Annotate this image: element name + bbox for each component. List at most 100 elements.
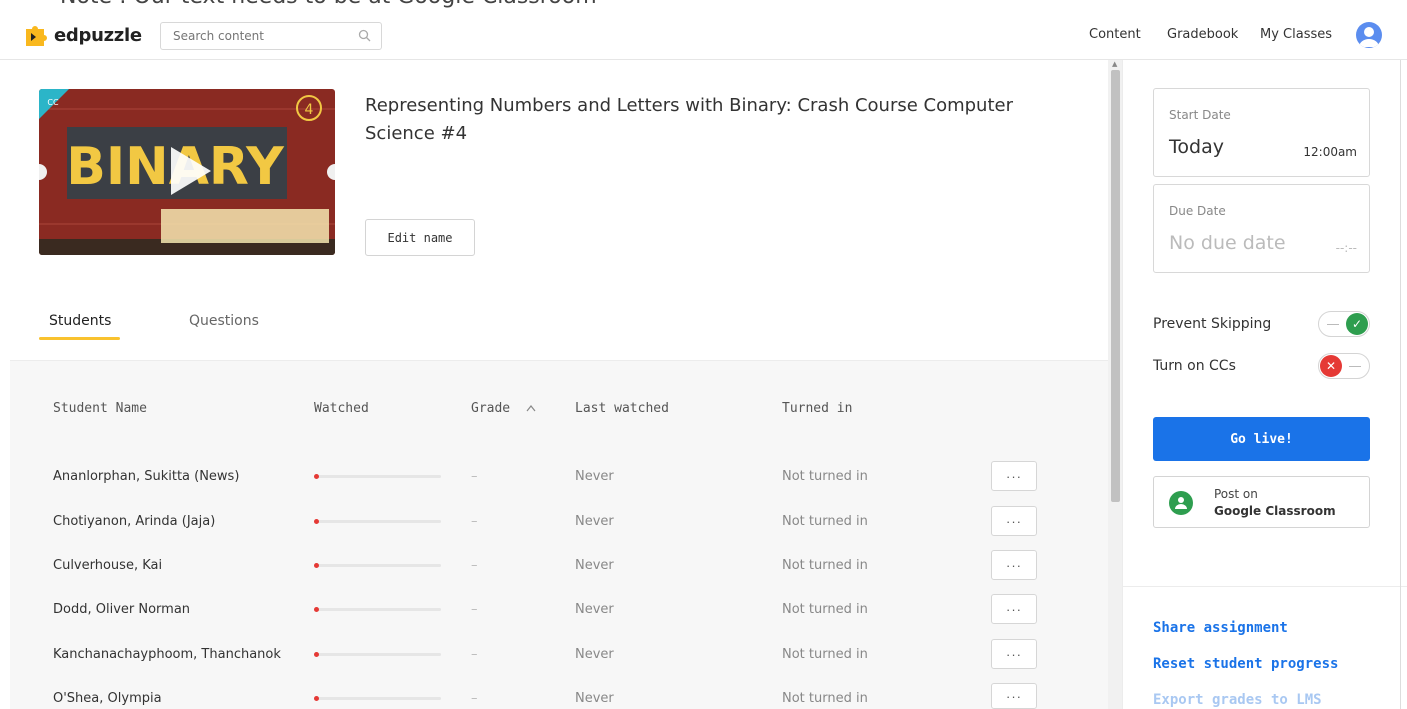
tab-students[interactable]: Students — [49, 313, 111, 329]
user-icon — [1359, 27, 1379, 47]
start-time-value: 12:00am — [1303, 145, 1357, 159]
last-watched-value: Never — [575, 691, 614, 706]
logo-text: edpuzzle — [54, 24, 142, 46]
google-classroom-icon — [1169, 491, 1193, 515]
progress-dot — [314, 563, 319, 568]
turned-in-value: Not turned in — [782, 691, 868, 706]
header-grade-label: Grade — [471, 401, 511, 416]
toggle-track-line — [1349, 366, 1361, 367]
sort-up-icon — [526, 405, 536, 412]
search-input[interactable] — [161, 23, 351, 49]
turned-in-value: Not turned in — [782, 469, 868, 484]
last-watched-value: Never — [575, 647, 614, 662]
app-header: edpuzzle Content Gradebook My Classes — [0, 10, 1407, 60]
last-watched-value: Never — [575, 469, 614, 484]
search-box[interactable] — [160, 22, 382, 50]
more-options-button[interactable]: ··· — [991, 461, 1037, 491]
avatar[interactable] — [1356, 22, 1382, 48]
header-last-watched[interactable]: Last watched — [575, 401, 669, 416]
watched-progress — [314, 563, 441, 568]
turned-in-value: Not turned in — [782, 514, 868, 529]
progress-dot — [314, 607, 319, 612]
close-icon: ✕ — [1320, 355, 1342, 377]
progress-dot — [314, 474, 319, 479]
edit-name-button[interactable]: Edit name — [365, 219, 475, 256]
watched-progress — [314, 519, 441, 524]
tab-questions[interactable]: Questions — [189, 313, 259, 329]
post-google-classroom-button[interactable]: Post on Google Classroom — [1153, 476, 1370, 528]
start-date-picker[interactable]: Start Date Today 12:00am — [1153, 88, 1370, 177]
top-strip: Note : Our text needs to be at Google Cl… — [0, 0, 1407, 10]
last-watched-value: Never — [575, 514, 614, 529]
watched-progress — [314, 652, 441, 657]
logo[interactable]: edpuzzle — [22, 22, 142, 48]
active-tab-indicator — [39, 337, 120, 340]
more-options-button[interactable]: ··· — [991, 506, 1037, 536]
gc-post-on-label: Post on — [1214, 487, 1258, 501]
video-title: Representing Numbers and Letters with Bi… — [365, 95, 1013, 144]
scroll-up-arrow[interactable]: ▲ — [1112, 60, 1117, 68]
last-watched-value: Never — [575, 602, 614, 617]
thumbnail-art: BINARY 4 CC — [39, 89, 335, 255]
turned-in-value: Not turned in — [782, 558, 868, 573]
video-thumbnail[interactable]: BINARY 4 CC — [39, 89, 335, 255]
reset-progress-link[interactable]: Reset student progress — [1153, 656, 1338, 672]
student-name[interactable]: Culverhouse, Kai — [53, 558, 162, 573]
more-options-button[interactable]: ··· — [991, 683, 1037, 709]
share-assignment-link[interactable]: Share assignment — [1153, 620, 1288, 636]
cc-toggle[interactable]: ✕ — [1318, 353, 1370, 379]
prevent-skipping-toggle[interactable]: ✓ — [1318, 311, 1370, 337]
header-watched[interactable]: Watched — [314, 401, 369, 416]
header-turned-in[interactable]: Turned in — [782, 401, 852, 416]
more-options-button[interactable]: ··· — [991, 550, 1037, 580]
toggle-track-line — [1327, 324, 1339, 325]
header-student-name[interactable]: Student Name — [53, 401, 147, 416]
grade-value: – — [471, 691, 478, 706]
grade-value: – — [471, 514, 478, 529]
cc-label: Turn on CCs — [1153, 358, 1236, 374]
last-watched-value: Never — [575, 558, 614, 573]
watched-progress — [314, 607, 441, 612]
check-icon: ✓ — [1346, 313, 1368, 335]
student-name[interactable]: Kanchanachayphoom, Thanchanok — [53, 647, 281, 662]
turned-in-value: Not turned in — [782, 602, 868, 617]
grade-value: – — [471, 602, 478, 617]
student-name[interactable]: Ananlorphan, Sukitta (News) — [53, 469, 239, 484]
watched-progress — [314, 474, 441, 479]
student-name[interactable]: Dodd, Oliver Norman — [53, 602, 190, 617]
puzzle-logo-icon — [26, 26, 47, 46]
more-options-button[interactable]: ··· — [991, 639, 1037, 669]
search-icon[interactable] — [358, 29, 371, 42]
nav-my-classes[interactable]: My Classes — [1260, 27, 1332, 42]
svg-text:4: 4 — [305, 102, 314, 118]
grade-value: – — [471, 469, 478, 484]
progress-dot — [314, 696, 319, 701]
due-date-value: No due date — [1169, 232, 1286, 254]
watched-progress — [314, 696, 441, 701]
grade-value: – — [471, 647, 478, 662]
export-grades-link[interactable]: Export grades to LMS — [1153, 692, 1322, 708]
due-date-label: Due Date — [1169, 204, 1226, 218]
turned-in-value: Not turned in — [782, 647, 868, 662]
start-date-value: Today — [1169, 136, 1224, 158]
due-time-value: --:-- — [1335, 241, 1357, 255]
go-live-button[interactable]: Go live! — [1153, 417, 1370, 461]
scrollbar-thumb[interactable] — [1111, 70, 1120, 502]
window-edge — [1400, 60, 1401, 709]
student-name[interactable]: O'Shea, Olympia — [53, 691, 162, 706]
student-name[interactable]: Chotiyanon, Arinda (Jaja) — [53, 514, 215, 529]
progress-dot — [314, 519, 319, 524]
grade-value: – — [471, 558, 478, 573]
prevent-skipping-label: Prevent Skipping — [1153, 316, 1272, 332]
gc-google-classroom-label: Google Classroom — [1214, 504, 1336, 518]
nav-gradebook[interactable]: Gradebook — [1167, 27, 1238, 42]
panel-divider — [1123, 586, 1407, 587]
header-grade[interactable]: Grade — [471, 401, 536, 416]
more-options-button[interactable]: ··· — [991, 594, 1037, 624]
start-date-label: Start Date — [1169, 108, 1231, 122]
progress-dot — [314, 652, 319, 657]
due-date-picker[interactable]: Due Date No due date --:-- — [1153, 184, 1370, 273]
top-strip-text: Note : Our text needs to be at Google Cl… — [60, 0, 597, 9]
svg-text:CC: CC — [47, 98, 59, 107]
nav-content[interactable]: Content — [1089, 27, 1141, 42]
